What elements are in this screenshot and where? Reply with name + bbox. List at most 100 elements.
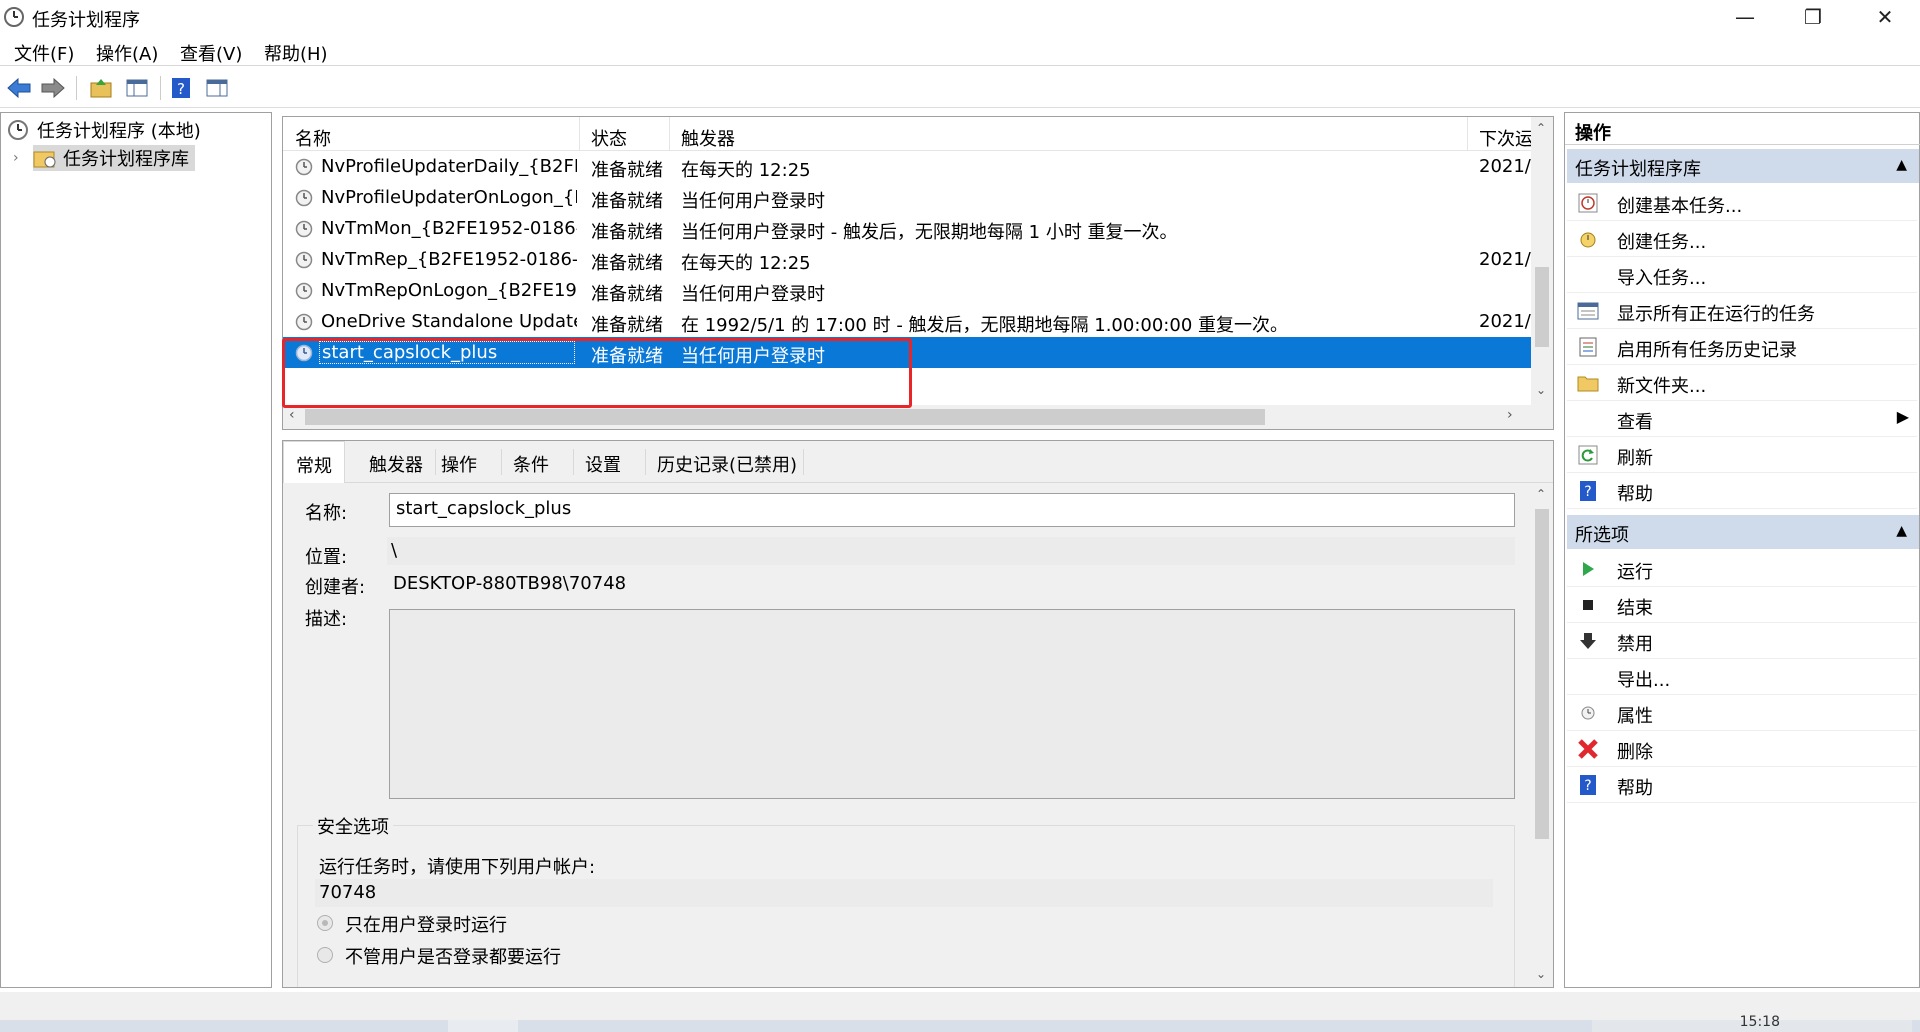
collapse-icon[interactable]: ▲: [1896, 157, 1907, 173]
scroll-up-icon[interactable]: ⌃: [1536, 487, 1546, 501]
cell-name: start_capslock_plus: [319, 341, 575, 364]
table-row[interactable]: NvProfileUpdaterOnLogon_{B... 准备就绪 当任何用户…: [283, 182, 1533, 213]
action-create-task[interactable]: 创建任务...: [1567, 221, 1917, 257]
list-horizontal-scrollbar[interactable]: ‹ ›: [283, 405, 1553, 429]
action-refresh[interactable]: 刷新: [1567, 437, 1917, 473]
cell-name: NvProfileUpdaterOnLogon_{B...: [321, 187, 577, 208]
window-title: 任务计划程序: [32, 10, 140, 31]
minimize-button[interactable]: —: [1710, 0, 1780, 34]
cell-name: NvTmRepOnLogon_{B2FE195...: [321, 280, 577, 301]
action-create-basic-task[interactable]: 创建基本任务...: [1567, 185, 1917, 221]
table-row[interactable]: OneDrive Standalone Update... 准备就绪 在 199…: [283, 306, 1533, 337]
tab-actions[interactable]: 操作: [441, 451, 477, 477]
action-help-library[interactable]: ? 帮助: [1567, 473, 1917, 509]
table-row-selected[interactable]: start_capslock_plus 准备就绪 当任何用户登录时: [283, 337, 1533, 368]
scroll-left-icon[interactable]: ‹: [289, 407, 295, 423]
menu-action[interactable]: 操作(A): [96, 40, 158, 66]
action-properties[interactable]: 属性: [1567, 695, 1917, 731]
action-label: 帮助: [1617, 484, 1653, 505]
section-selected-item[interactable]: 所选项 ▲: [1567, 515, 1919, 549]
action-label: 创建任务...: [1617, 232, 1707, 253]
general-tab-content: 名称: start_capslock_plus 位置: \ 创建者: DESKT…: [283, 483, 1531, 987]
action-label: 新文件夹...: [1617, 376, 1707, 397]
help-icon: ?: [1577, 774, 1599, 796]
menu-file[interactable]: 文件(F): [14, 40, 74, 66]
cell-trigger: 当任何用户登录时: [681, 191, 825, 212]
cell-name: NvTmMon_{B2FE1952-0186-...: [321, 218, 577, 239]
scroll-down-icon[interactable]: ⌄: [1536, 383, 1546, 397]
close-button[interactable]: ✕: [1850, 0, 1920, 34]
table-row[interactable]: NvTmRepOnLogon_{B2FE195... 准备就绪 当任何用户登录时: [283, 275, 1533, 306]
column-status[interactable]: 状态: [591, 125, 627, 151]
history-icon: [1577, 336, 1599, 358]
description-field[interactable]: [389, 609, 1515, 799]
author-label: 创建者:: [305, 577, 366, 598]
cell-trigger: 当任何用户登录时: [681, 284, 825, 305]
list-vertical-scrollbar[interactable]: ⌃ ⌄: [1531, 117, 1553, 407]
action-disable[interactable]: 禁用: [1567, 623, 1917, 659]
description-label: 描述:: [305, 609, 348, 630]
svg-text:?: ?: [1584, 484, 1591, 500]
section-task-library[interactable]: 任务计划程序库 ▲: [1567, 149, 1919, 183]
task-name-field[interactable]: start_capslock_plus: [389, 493, 1515, 527]
scroll-right-icon[interactable]: ›: [1507, 407, 1513, 423]
tab-settings[interactable]: 设置: [585, 451, 621, 477]
security-options-title: 安全选项: [313, 813, 393, 839]
task-details: 常规 触发器 操作 条件 设置 历史记录(已禁用) 名称: start_caps…: [282, 440, 1554, 988]
help-icon[interactable]: ?: [166, 74, 196, 102]
tree-root-label: 任务计划程序 (本地): [37, 121, 201, 142]
action-export[interactable]: 导出...: [1567, 659, 1917, 695]
cell-trigger: 当任何用户登录时: [681, 346, 825, 367]
folder-clock-icon: [33, 151, 56, 168]
name-label: 名称:: [305, 503, 348, 524]
action-run[interactable]: 运行: [1567, 551, 1917, 587]
action-delete[interactable]: 删除: [1567, 731, 1917, 767]
tree-item-library[interactable]: 任务计划程序库: [33, 145, 195, 171]
tab-triggers[interactable]: 触发器: [369, 451, 423, 477]
cell-status: 准备就绪: [591, 253, 663, 274]
title-bar: 任务计划程序 — ❐ ✕: [0, 0, 1920, 34]
radio-run-logged-on[interactable]: [317, 915, 333, 931]
action-label: 导入任务...: [1617, 268, 1707, 289]
action-pane-icon[interactable]: [202, 74, 232, 102]
action-show-running[interactable]: 显示所有正在运行的任务: [1567, 293, 1917, 329]
details-vertical-scrollbar[interactable]: ⌃ ⌄: [1531, 483, 1553, 987]
folder-up-icon[interactable]: [86, 74, 116, 102]
back-arrow-icon[interactable]: [4, 74, 34, 102]
column-name[interactable]: 名称: [295, 125, 331, 151]
svg-text:?: ?: [177, 80, 185, 98]
scroll-down-icon[interactable]: ⌄: [1536, 967, 1546, 981]
action-import-task[interactable]: 导入任务...: [1567, 257, 1917, 293]
tree-expand-icon[interactable]: ›: [13, 145, 19, 171]
action-label: 导出...: [1617, 670, 1671, 691]
column-trigger[interactable]: 触发器: [681, 125, 735, 151]
menu-help[interactable]: 帮助(H): [264, 40, 328, 66]
folder-icon: [1577, 372, 1599, 394]
table-row[interactable]: NvTmRep_{B2FE1952-0186-... 准备就绪 在每天的 12:…: [283, 244, 1533, 275]
collapse-icon[interactable]: ▲: [1896, 523, 1907, 539]
menu-view[interactable]: 查看(V): [180, 40, 242, 66]
tree-root[interactable]: 任务计划程序 (本地): [7, 117, 201, 143]
console-tree-icon[interactable]: [122, 74, 152, 102]
action-help-selected[interactable]: ? 帮助: [1567, 767, 1917, 803]
column-next-run[interactable]: 下次运行: [1479, 125, 1533, 151]
forward-arrow-icon[interactable]: [38, 74, 68, 102]
taskbar-clock: 15:18: [1739, 1014, 1780, 1030]
action-view[interactable]: 查看 ▶: [1567, 401, 1917, 437]
maximize-button[interactable]: ❐: [1778, 0, 1848, 34]
tab-conditions[interactable]: 条件: [513, 451, 549, 477]
running-tasks-icon: [1577, 300, 1599, 322]
action-end[interactable]: 结束: [1567, 587, 1917, 623]
scroll-up-icon[interactable]: ⌃: [1536, 121, 1546, 135]
tab-general[interactable]: 常规: [283, 441, 345, 483]
table-row[interactable]: NvTmMon_{B2FE1952-0186-... 准备就绪 当任何用户登录时…: [283, 213, 1533, 244]
action-label: 显示所有正在运行的任务: [1617, 304, 1815, 325]
tab-history[interactable]: 历史记录(已禁用): [657, 451, 797, 477]
action-enable-history[interactable]: 启用所有任务历史记录: [1567, 329, 1917, 365]
create-basic-task-icon: [1577, 192, 1599, 214]
table-row[interactable]: NvProfileUpdaterDaily_{B2FE... 准备就绪 在每天的…: [283, 151, 1533, 182]
cell-status: 准备就绪: [591, 191, 663, 212]
submenu-arrow-icon: ▶: [1896, 407, 1909, 426]
action-new-folder[interactable]: 新文件夹...: [1567, 365, 1917, 401]
radio-run-any[interactable]: [317, 947, 333, 963]
